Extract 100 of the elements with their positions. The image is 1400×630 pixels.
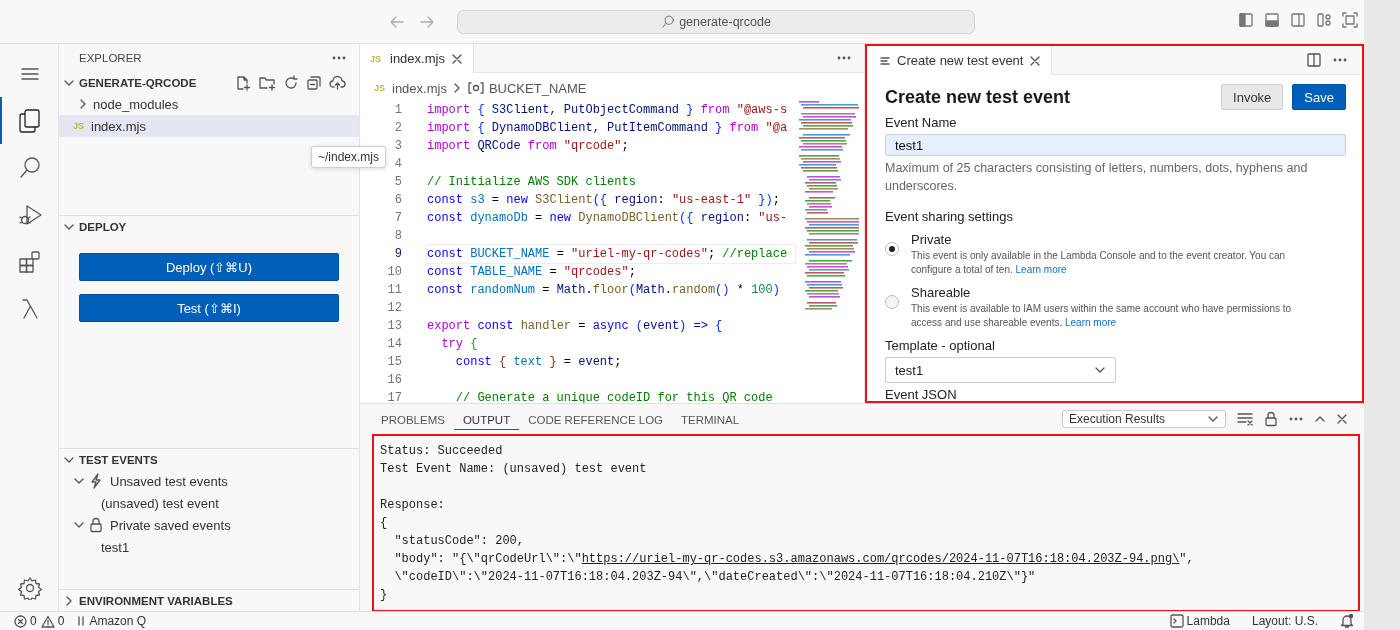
template-dropdown[interactable]: test1 (885, 357, 1116, 383)
file-tree-item[interactable]: JS index.mjs (59, 115, 359, 137)
editor-tab[interactable]: JS index.mjs (360, 44, 474, 73)
output-line: "statusCode": 200, (393, 534, 525, 548)
customize-layout-icon (1316, 12, 1332, 28)
code-line: // Initialize AWS SDK clients (427, 175, 636, 189)
radio-label[interactable]: Shareable (911, 285, 1346, 300)
panel-tab[interactable]: TERMINAL (672, 408, 749, 430)
error-icon (14, 614, 27, 628)
split-editor-icon (1306, 52, 1322, 68)
line-number: 14 (386, 336, 402, 353)
action-button[interactable]: Deploy (⇧⌘U) (79, 253, 339, 281)
clear-output-icon (1236, 411, 1254, 427)
line-number: 1 (393, 102, 402, 119)
learn-more-link[interactable]: Learn more (1015, 264, 1067, 275)
code-line: export const handler = async (event) => { (427, 319, 723, 333)
code-line: const BUCKET_NAME = "uriel-my-qr-codes"; //replace (427, 247, 788, 261)
cloud-upload-icon (329, 74, 347, 91)
lock-icon (89, 517, 103, 533)
file-tree-item[interactable]: node_modules (59, 93, 359, 115)
section-header[interactable]: ENVIRONMENT VARIABLES (59, 590, 359, 611)
event-name-field[interactable]: test1 (885, 134, 1346, 156)
code-line: import { DynamoDBClient, PutItemCommand } from "@a (427, 121, 788, 135)
line-number: 7 (393, 210, 402, 227)
code-line: const TABLE_NAME = "qrcodes"; (427, 265, 636, 279)
tree-group[interactable]: Unsaved test events (59, 470, 359, 492)
sidebar-title: EXPLORER (79, 52, 142, 64)
code-line: // Generate a unique codeID for this QR code (454, 391, 773, 405)
line-number: 5 (393, 174, 402, 191)
invoke-button[interactable]: Invoke (1221, 84, 1284, 110)
line-number: 13 (386, 318, 402, 335)
warning-icon (40, 614, 55, 628)
status-item[interactable]: 0 (14, 614, 37, 628)
close-icon (450, 52, 463, 65)
radio-label[interactable]: Private (911, 232, 1346, 247)
status-item[interactable]: Lambda (1169, 614, 1230, 628)
section-header[interactable]: TEST EVENTS (59, 449, 359, 470)
refresh-icon (283, 74, 299, 91)
breadcrumb-file[interactable]: index.mjs (392, 80, 447, 96)
focus-mode-icon (1342, 12, 1358, 28)
panel-tab[interactable]: PROBLEMS (372, 408, 454, 430)
tree-item[interactable]: test1 (101, 539, 130, 555)
code-line: const s3 = new S3Client({ region: "us-east-1" }); (427, 193, 780, 207)
output-line: Status: Succeeded (380, 444, 503, 458)
status-item[interactable]: Amazon Q (76, 614, 147, 628)
forward-arrow-icon (419, 14, 435, 29)
panel-tab[interactable]: Create new test event (869, 46, 1053, 75)
radio-button[interactable] (885, 295, 899, 309)
panel-tab[interactable]: CODE REFERENCE LOG (519, 408, 673, 430)
output-line: { (380, 516, 388, 530)
code-line: const randomNum = Math.floor(Math.random() * 100) (427, 283, 780, 297)
lock-icon (1264, 411, 1278, 427)
code-line: const { text } = event; (454, 355, 622, 369)
field-label: Event Name (885, 115, 958, 130)
line-number: 3 (393, 138, 402, 155)
url-link[interactable]: https://uriel-my-qr-codes.s3.amazonaws.com/qrcodes/2024-11-07T16:18:04.203Z-94.png\ (581, 552, 1180, 566)
status-item[interactable]: 0 (40, 614, 65, 628)
learn-more-link[interactable]: Learn more (1065, 317, 1117, 328)
pause-icon (76, 615, 87, 627)
line-number: 17 (386, 390, 402, 407)
radio-button[interactable] (885, 242, 899, 256)
code-line: import { S3Client, PutObjectCommand } from "@aws-s (427, 103, 788, 117)
line-number: 2 (393, 120, 402, 137)
line-number: 8 (393, 228, 402, 245)
save-button[interactable]: Save (1292, 84, 1346, 110)
breadcrumb-symbol[interactable]: BUCKET_NAME (488, 80, 587, 96)
toggle-sidebar-icon (1238, 12, 1254, 28)
option-description: This event is only available in the Lambda Console and to the event creator. You can configure a total of ten. Learn more (911, 249, 1287, 277)
search-icon (18, 155, 42, 180)
new-file-icon (235, 74, 251, 91)
output-line: \"codeID\":\"2024-11-07T16:18:04.203Z-94\",\"dateCreated\":\"2024-11-07T16:18:04.210Z\"}" (393, 570, 1036, 584)
new-folder-icon (258, 74, 276, 91)
menu-icon (20, 65, 40, 82)
close-icon (1336, 413, 1348, 425)
toggle-panel-icon (1264, 12, 1280, 28)
lines-icon (879, 54, 891, 67)
collapse-icon (306, 74, 322, 91)
output-channel-dropdown[interactable]: Execution Results (1062, 410, 1226, 428)
terminal-icon (1169, 614, 1184, 628)
tree-item[interactable]: (unsaved) test event (101, 495, 219, 511)
line-number: 6 (393, 192, 402, 209)
lightning-icon (89, 473, 103, 489)
tree-group[interactable]: Private saved events (59, 514, 359, 536)
action-button[interactable]: Test (⇧⌘I) (79, 294, 339, 322)
line-number: 11 (386, 282, 402, 299)
status-item[interactable]: Layout: U.S. (1251, 614, 1318, 628)
option-description: This event is available to IAM users within the same account who have permissions to access and use shareable events. Learn more (911, 302, 1293, 330)
panel-tab[interactable]: OUTPUT (453, 408, 520, 430)
section-header[interactable]: GENERATE-QRCODE (59, 72, 359, 93)
section-header[interactable]: DEPLOY (59, 216, 359, 237)
command-search-field[interactable]: generate-qrcode (457, 9, 975, 34)
output-line: Test Event Name: (unsaved) test event (380, 462, 647, 476)
settings-icon (18, 575, 42, 600)
code-line: import QRCode from "qrcode"; (427, 139, 629, 153)
line-number: 12 (386, 300, 402, 317)
tooltip: ~/index.mjs (311, 146, 387, 168)
line-number: 15 (386, 354, 402, 371)
variable-icon (466, 81, 485, 95)
bell-icon (1340, 613, 1354, 629)
back-arrow-icon (389, 14, 405, 29)
